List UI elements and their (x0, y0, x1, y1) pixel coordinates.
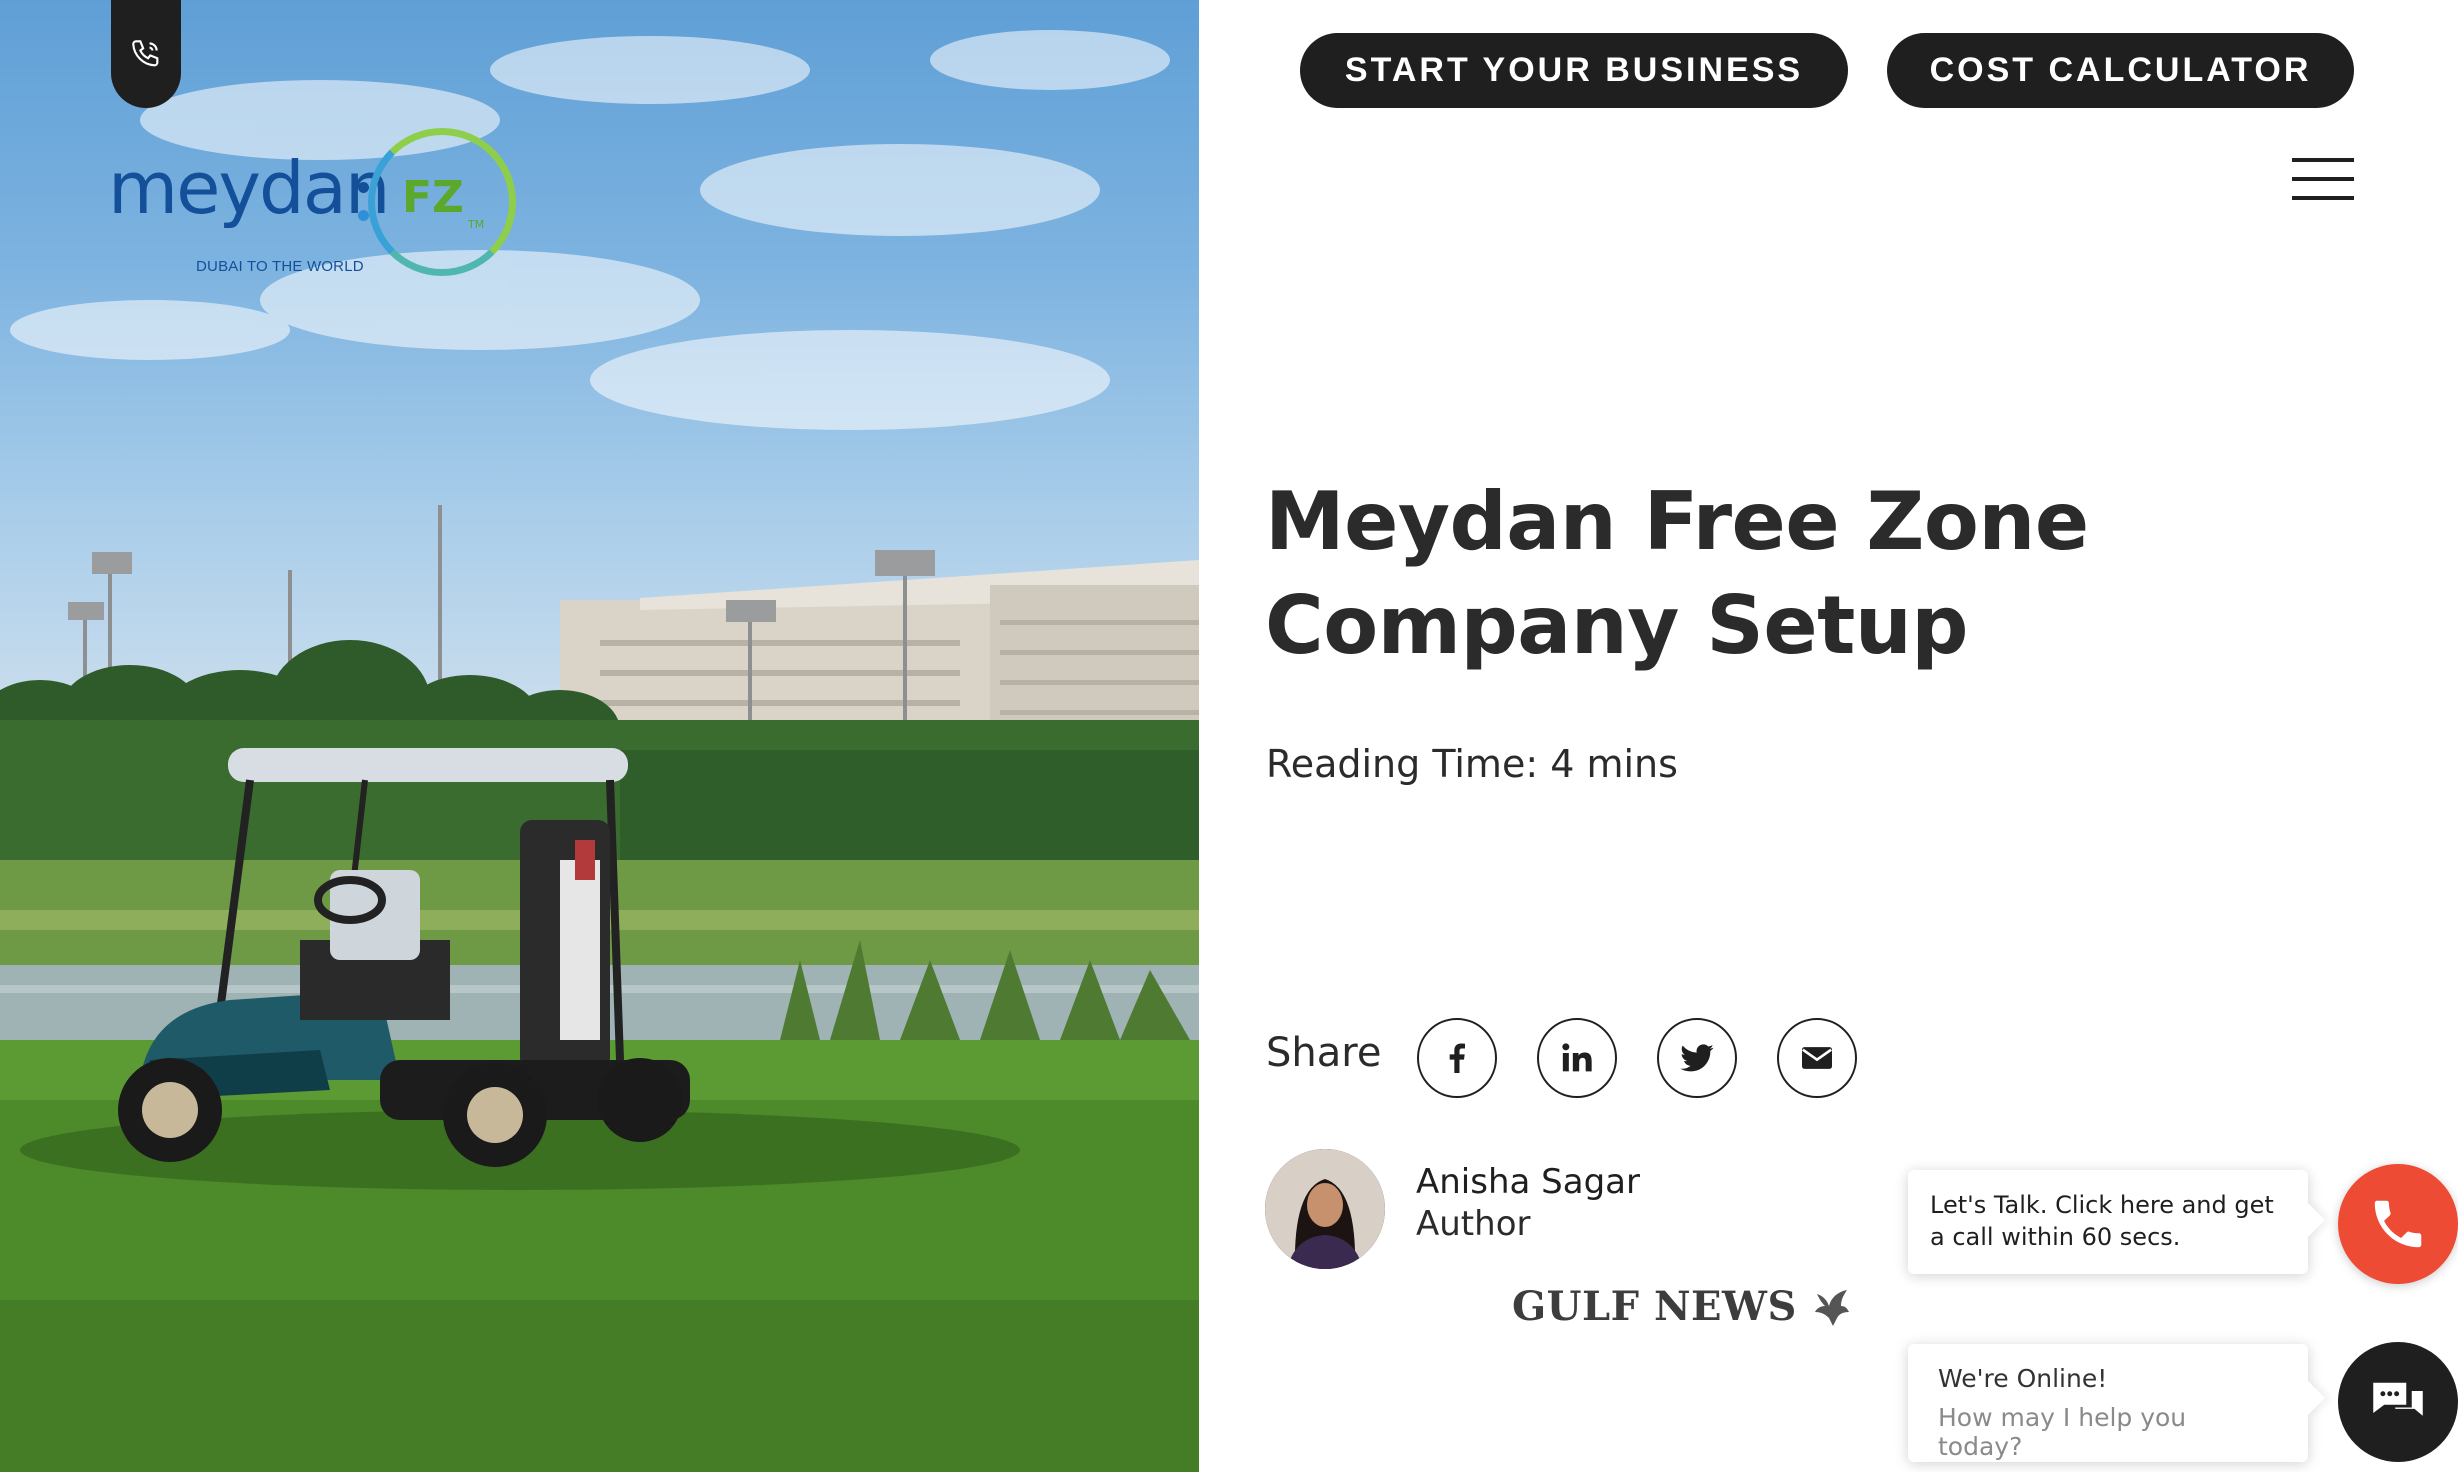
phone-tab[interactable] (111, 0, 181, 108)
menu-bar (2292, 158, 2354, 162)
menu-icon[interactable] (2292, 158, 2354, 200)
hero-image: meydan FZ TM DUBAI TO THE WORLD (0, 0, 1199, 1472)
chat-online-bubble[interactable]: We're Online! How may I help you today? (1908, 1344, 2308, 1462)
author-photo (1265, 1149, 1385, 1269)
phone-icon (132, 40, 159, 67)
chat-icon (2373, 1382, 2423, 1416)
logo-trademark: TM (468, 218, 485, 231)
live-chat-button[interactable] (2338, 1342, 2458, 1462)
logo-badge: FZ (402, 172, 464, 223)
linkedin-icon (1562, 1043, 1592, 1072)
start-your-business-button[interactable]: START YOUR BUSINESS (1300, 33, 1848, 108)
logo-tagline: DUBAI TO THE WORLD (196, 258, 364, 275)
chat-online-title: We're Online! (1938, 1364, 2108, 1393)
call-button[interactable] (2338, 1164, 2458, 1284)
meydan-fz-logo[interactable]: meydan FZ TM DUBAI TO THE WORLD (108, 128, 518, 288)
facebook-icon (1449, 1043, 1465, 1073)
author-role: Author (1416, 1204, 1531, 1244)
falcon-emblem-icon (1814, 1290, 1849, 1326)
call-prompt-bubble[interactable]: Let's Talk. Click here and get a call wi… (1908, 1170, 2308, 1274)
publication-name: GULF NEWS (1512, 1282, 1797, 1330)
cost-calculator-button[interactable]: COST CALCULATOR (1887, 33, 2354, 108)
share-facebook-button[interactable] (1417, 1018, 1497, 1098)
author-name[interactable]: Anisha Sagar (1416, 1162, 1640, 1202)
twitter-icon (1680, 1044, 1714, 1072)
menu-bar (2292, 177, 2354, 181)
share-label: Share (1266, 1030, 1382, 1076)
chat-online-subtitle: How may I help you today? (1938, 1403, 2187, 1461)
email-icon (1802, 1047, 1832, 1069)
article-title: Meydan Free Zone Company Setup (1265, 475, 2089, 672)
share-twitter-button[interactable] (1657, 1018, 1737, 1098)
author-avatar (1265, 1149, 1385, 1269)
share-linkedin-button[interactable] (1537, 1018, 1617, 1098)
reading-time: Reading Time: 4 mins (1266, 742, 1678, 786)
logo-wordmark: meydan (108, 146, 390, 230)
share-email-button[interactable] (1777, 1018, 1857, 1098)
gulf-news-logo: GULF NEWS (1512, 1282, 1857, 1330)
menu-bar (2292, 196, 2354, 200)
phone-icon (2374, 1200, 2422, 1248)
